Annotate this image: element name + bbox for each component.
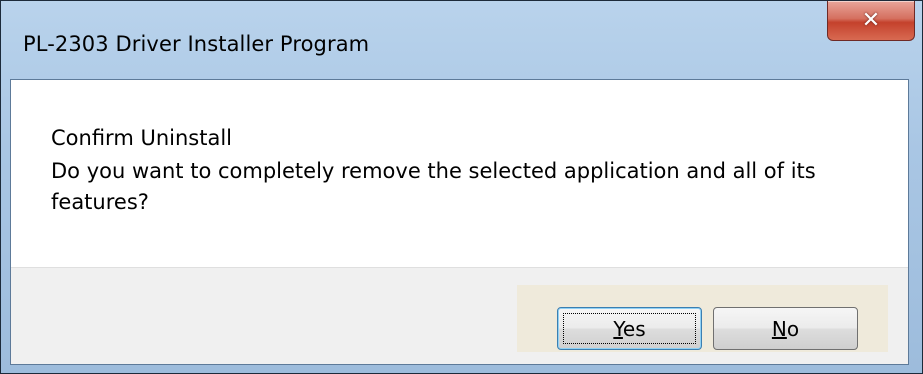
yes-label-rest: es (622, 316, 646, 341)
dialog-client-area: Confirm Uninstall Do you want to complet… (10, 79, 909, 365)
button-panel: Yes No (517, 285, 888, 352)
window-title: PL-2303 Driver Installer Program (23, 32, 370, 56)
message-area: Confirm Uninstall Do you want to complet… (11, 80, 908, 267)
close-icon: ✕ (861, 8, 881, 33)
close-button[interactable]: ✕ (827, 1, 915, 41)
dialog-window: PL-2303 Driver Installer Program ✕ Confi… (0, 0, 923, 374)
yes-button[interactable]: Yes (557, 307, 702, 350)
title-bar[interactable]: PL-2303 Driver Installer Program ✕ (1, 1, 922, 79)
no-mnemonic: N (771, 316, 787, 341)
message-text-line-1: Do you want to completely remove the sel… (51, 159, 816, 183)
message-text-line-2: features? (51, 190, 149, 214)
no-label-rest: o (786, 316, 800, 341)
button-bar: Yes No (11, 267, 908, 364)
message-heading: Confirm Uninstall (51, 126, 232, 150)
focus-indicator: Yes (563, 313, 696, 344)
yes-mnemonic: Y (613, 316, 623, 341)
no-button[interactable]: No (713, 307, 858, 350)
